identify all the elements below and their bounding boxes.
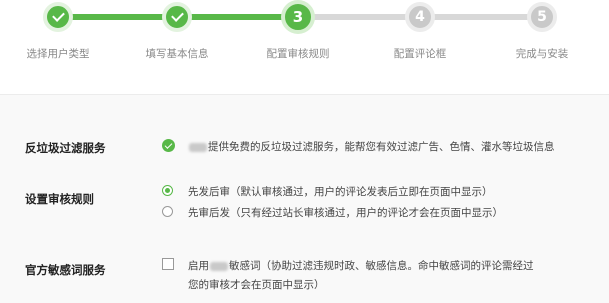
check-icon [164,140,173,149]
check-icon [170,9,184,22]
spam-filter-label: 反垃圾过滤服务 [25,141,106,155]
option-review-then-post[interactable]: 先审后发（只有经过站长审核通过，用户的评论才会在页面中显示） [188,205,503,220]
radio-post-then-review[interactable] [162,185,173,196]
step-1-circle [43,2,73,32]
step-3-circle: 3 [281,0,315,34]
review-rules-label: 设置审核规则 [25,192,94,206]
step-5-circle: 5 [527,2,557,32]
option-post-then-review[interactable]: 先发后审（默认审核通过，用户的评论发表后立即在页面中显示） [188,184,493,199]
step-4-label: 配置评论框 [393,48,447,60]
progress-stepper: 3 4 5 选择用户类型 填写基本信息 配置审核规则 配置评论框 完成与安装 [0,0,609,82]
radio-review-then-post[interactable] [162,206,173,217]
step-5-label: 完成与安装 [515,48,569,60]
step-5-number: 5 [537,9,547,25]
spam-filter-description: 提供免费的反垃圾过滤服务，能帮您有效过滤广告、色情、灌水等垃圾信息 [188,139,555,154]
sensitive-words-checkbox[interactable] [162,258,174,270]
step-4-number: 4 [415,9,425,25]
step-2-label: 填写基本信息 [145,48,209,60]
enabled-check-icon [162,139,175,152]
step-3-label: 配置审核规则 [266,48,330,60]
step-1-label: 选择用户类型 [26,48,90,60]
check-icon [51,9,65,22]
step-4-circle: 4 [405,2,435,32]
redacted-brand [189,142,207,152]
step-2-circle [162,2,192,32]
sensitive-words-description-line2: 您的审核才会在页面中显示） [188,279,325,291]
sensitive-words-description-line1[interactable]: 启用 敏感词（协助过滤违规时政、敏感信息。命中敏感词的评论需经过 [188,258,534,273]
redacted-brand [210,261,228,271]
sensitive-words-label: 官方敏感词服务 [25,263,106,277]
step-3-number: 3 [292,8,304,26]
